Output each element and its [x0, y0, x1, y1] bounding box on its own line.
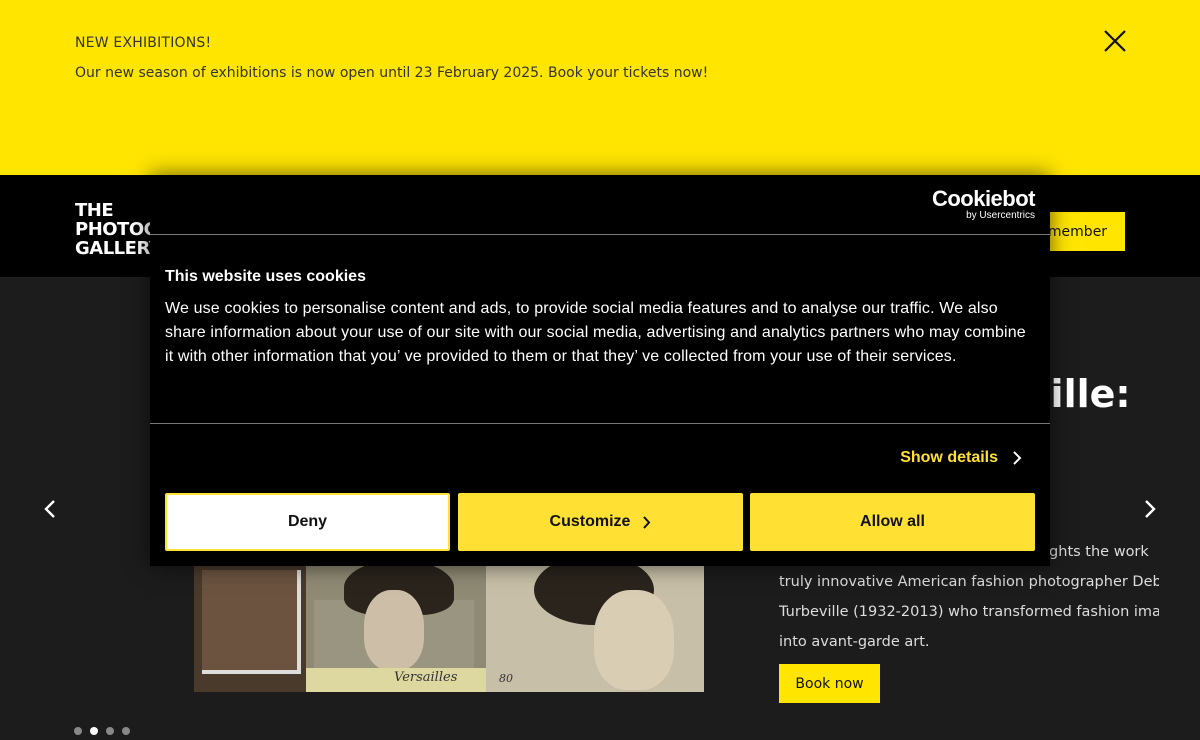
allow-all-button[interactable]: Allow all: [750, 493, 1035, 551]
cookiebot-logo: Cookiebot by Usercentrics: [931, 186, 1036, 221]
close-icon[interactable]: [1101, 27, 1129, 55]
divider: [150, 423, 1050, 424]
allow-all-label: Allow all: [860, 513, 925, 530]
announcement-bar: NEW EXHIBITIONS! Our new season of exhib…: [0, 0, 1200, 175]
logo-line-2: PHOTOG: [75, 219, 158, 240]
show-details-link[interactable]: Show details: [900, 449, 1022, 467]
slider-dot-active[interactable]: [90, 727, 98, 735]
show-details-label: Show details: [900, 449, 998, 466]
cookie-title: This website uses cookies: [165, 268, 366, 285]
deny-button[interactable]: Deny: [165, 493, 450, 551]
logo-line-3: GALLERY: [75, 238, 162, 259]
chevron-right-icon[interactable]: [1138, 498, 1160, 520]
customize-label: Customize: [549, 513, 631, 530]
slider-dot[interactable]: [122, 727, 130, 735]
chevron-right-icon: [1013, 451, 1022, 465]
announcement-text: Our new season of exhibitions is now ope…: [75, 65, 709, 81]
chevron-right-icon: [643, 515, 651, 529]
hero-description-line: into avant-garde art.: [779, 634, 930, 650]
slider-dot[interactable]: [74, 727, 82, 735]
slider-dot[interactable]: [106, 727, 114, 735]
hero-description-line: truly innovative American fashion photog…: [779, 574, 1159, 590]
photo-caption-number: 80: [499, 672, 513, 685]
chevron-left-icon[interactable]: [40, 498, 62, 520]
customize-button[interactable]: Customize: [458, 493, 743, 551]
deny-label: Deny: [287, 513, 328, 530]
hero-image: Versailles 80: [194, 560, 704, 692]
hero-description-line: Turbeville (1932-2013) who transformed f…: [779, 604, 1159, 620]
cookie-body: We use cookies to personalise content an…: [165, 300, 1026, 365]
cookiebot-brand-sub: by Usercentrics: [966, 210, 1035, 221]
photo-caption: Versailles: [394, 670, 458, 685]
divider: [150, 234, 1050, 235]
announcement-title: NEW EXHIBITIONS!: [75, 35, 212, 51]
cookie-dialog: Cookiebot by Usercentrics This website u…: [150, 175, 1050, 566]
site-logo[interactable]: THE PHOTOG GALLERY: [75, 200, 162, 263]
cookiebot-brand: Cookiebot: [931, 186, 1036, 211]
slider-dots: [74, 727, 130, 735]
logo-line-1: THE: [75, 200, 114, 221]
book-now-button[interactable]: Book now: [779, 664, 880, 703]
